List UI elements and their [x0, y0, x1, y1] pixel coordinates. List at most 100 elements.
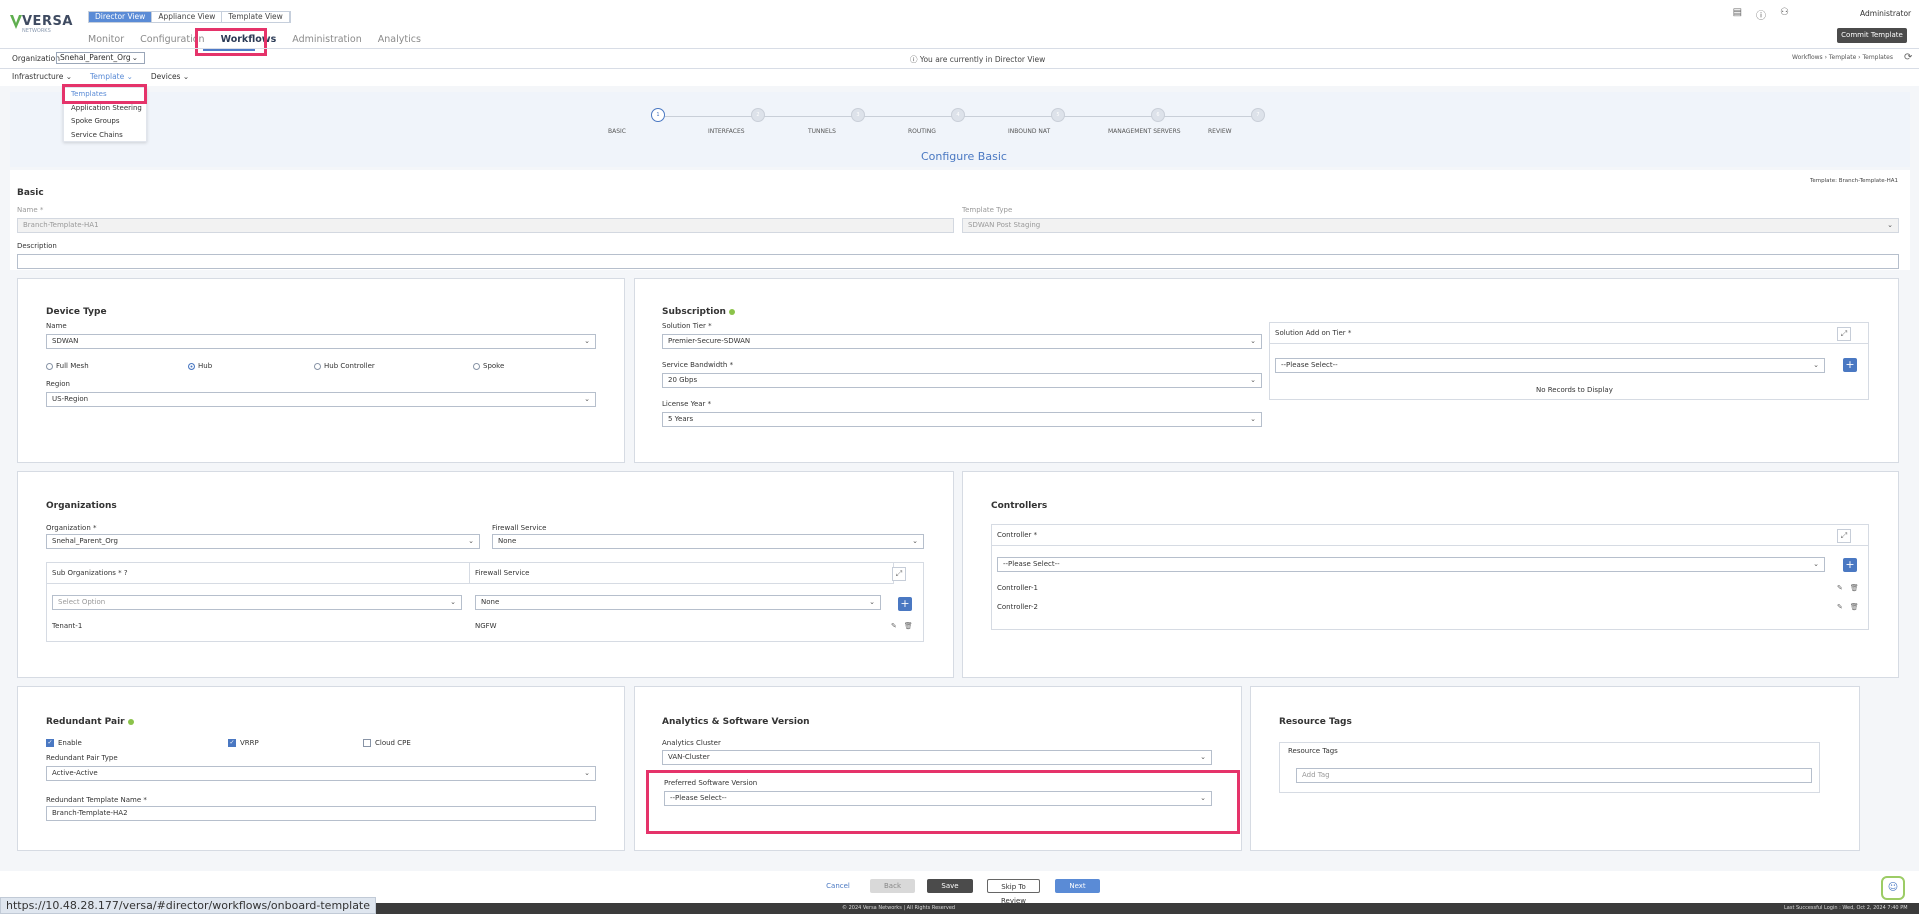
sub-org-row-actions: ✎ 🗑: [891, 622, 913, 630]
nav-administration[interactable]: Administration: [292, 34, 362, 45]
brand-name: VERSA: [22, 14, 73, 29]
add-sub-org-button[interactable]: +: [898, 597, 912, 611]
sub-fw-header: Firewall Service: [469, 562, 894, 584]
addon-select[interactable]: --Please Select-- ⌄: [1275, 358, 1825, 373]
firewall-service-value: None: [498, 537, 517, 545]
assistant-bot-icon[interactable]: ☺: [1881, 876, 1905, 900]
enable-checkbox[interactable]: ✓ Enable: [46, 739, 82, 747]
clipboard-icon[interactable]: ▤: [1733, 7, 1742, 22]
service-bandwidth-value: 20 Gbps: [668, 376, 698, 384]
radio-hub-controller[interactable]: Hub Controller: [314, 362, 375, 370]
page-title: Configure Basic: [921, 150, 1007, 163]
firewall-service-select[interactable]: None ⌄: [492, 534, 924, 549]
add-addon-button[interactable]: +: [1843, 358, 1857, 372]
addon-placeholder: --Please Select--: [1281, 361, 1338, 369]
save-button[interactable]: Save: [927, 879, 973, 893]
expand-icon[interactable]: ⤢: [892, 567, 906, 581]
redundant-pair-type-select[interactable]: Active-Active ⌄: [46, 766, 596, 781]
edit-icon[interactable]: ✎: [1837, 603, 1843, 611]
radio-spoke[interactable]: Spoke: [473, 362, 504, 370]
radio-label: Hub Controller: [324, 362, 375, 370]
template-type-select[interactable]: SDWAN Post Staging ⌄: [962, 218, 1899, 233]
step-management-servers[interactable]: 6 MANAGEMENT SERVERS: [1108, 108, 1208, 135]
step-interfaces[interactable]: 2 INTERFACES: [708, 108, 808, 135]
device-type-title: Device Type: [46, 307, 107, 317]
step-review[interactable]: 7 REVIEW: [1208, 108, 1308, 135]
versa-logo-icon[interactable]: [10, 15, 22, 29]
add-controller-button[interactable]: +: [1843, 558, 1857, 572]
basic-title: Basic: [17, 188, 44, 198]
region-value: US-Region: [52, 395, 89, 403]
trash-icon[interactable]: 🗑: [904, 622, 913, 630]
organization-field-select[interactable]: Snehal_Parent_Org ⌄: [46, 534, 480, 549]
chevron-down-icon: ⌄: [468, 537, 474, 545]
info-dot-icon: [127, 718, 134, 725]
cancel-button[interactable]: Cancel: [820, 879, 856, 893]
director-view-note: ⓘ You are currently in Director View: [910, 55, 1046, 64]
sub-org-select[interactable]: Select Option ⌄: [52, 595, 462, 610]
name-label: Name *: [17, 206, 44, 214]
redundant-pair-type-label: Redundant Pair Type: [46, 754, 118, 762]
appliance-view-tab[interactable]: Appliance View: [152, 12, 223, 22]
analytics-cluster-select[interactable]: VAN-Cluster ⌄: [662, 750, 1212, 765]
admin-menu[interactable]: Administrator: [1860, 9, 1911, 18]
organization-select[interactable]: Snehal_Parent_Org ⌄: [56, 52, 145, 64]
sub-fw-select[interactable]: None ⌄: [475, 595, 881, 610]
controller-select[interactable]: --Please Select-- ⌄: [997, 557, 1825, 572]
region-select[interactable]: US-Region ⌄: [46, 392, 596, 407]
step-routing[interactable]: 4 ROUTING: [908, 108, 1008, 135]
next-button[interactable]: Next: [1055, 879, 1100, 893]
notifications-icon[interactable]: ⚇: [1780, 7, 1789, 22]
device-type-panel: [17, 278, 625, 463]
check-icon: ✓: [228, 739, 236, 747]
subnav-template[interactable]: Template ⌄: [90, 72, 133, 81]
expand-icon[interactable]: ⤢: [1837, 327, 1851, 341]
step-basic[interactable]: 1 BASIC: [608, 108, 708, 135]
radio-hub[interactable]: Hub: [188, 362, 212, 370]
subnav-infrastructure[interactable]: Infrastructure ⌄: [12, 72, 72, 81]
radio-full-mesh[interactable]: Full Mesh: [46, 362, 89, 370]
url-tooltip: https://10.48.28.177/versa/#director/wor…: [0, 897, 377, 914]
addon-table-header: Solution Add on Tier *: [1269, 322, 1869, 344]
checkbox-label: Enable: [58, 739, 82, 747]
trash-icon[interactable]: 🗑: [1850, 603, 1859, 611]
edit-icon[interactable]: ✎: [891, 622, 897, 630]
resource-tags-input[interactable]: Add Tag: [1296, 768, 1812, 783]
name-field[interactable]: Branch-Template-HA1: [17, 218, 954, 233]
chevron-down-icon: ⌄: [1887, 221, 1893, 229]
org-divider: [0, 68, 1919, 69]
service-bandwidth-select[interactable]: 20 Gbps ⌄: [662, 373, 1262, 388]
cloud-cpe-checkbox[interactable]: Cloud CPE: [363, 739, 411, 747]
edit-icon[interactable]: ✎: [1837, 584, 1843, 592]
radio-circle: [314, 362, 321, 370]
description-field[interactable]: [17, 254, 1899, 269]
menu-item-spoke-groups[interactable]: Spoke Groups: [64, 115, 146, 129]
info-icon[interactable]: ⓘ: [1756, 7, 1766, 22]
expand-icon[interactable]: ⤢: [1837, 529, 1851, 543]
commit-template-button[interactable]: Commit Template: [1837, 28, 1907, 43]
skip-to-review-button[interactable]: Skip To Review: [987, 879, 1040, 905]
refresh-icon[interactable]: ⟳: [1904, 52, 1912, 63]
controllers-title: Controllers: [991, 501, 1048, 511]
director-view-tab[interactable]: Director View: [89, 12, 153, 22]
menu-item-service-chains[interactable]: Service Chains: [64, 129, 146, 143]
trash-icon[interactable]: 🗑: [1850, 584, 1859, 592]
radio-circle: [188, 362, 195, 370]
template-note: Template: Branch-Template-HA1: [1810, 178, 1899, 184]
nav-monitor[interactable]: Monitor: [88, 34, 124, 45]
step-inbound-nat[interactable]: 5 INBOUND NAT: [1008, 108, 1108, 135]
vrrp-checkbox[interactable]: ✓ VRRP: [228, 739, 259, 747]
organization-label: Organization: [12, 54, 60, 63]
radio-circle: [46, 362, 53, 370]
solution-tier-select[interactable]: Premier-Secure-SDWAN ⌄: [662, 334, 1262, 349]
chevron-down-icon: ⌄: [131, 53, 138, 62]
subnav-devices[interactable]: Devices ⌄: [151, 72, 189, 81]
redundant-template-field[interactable]: Branch-Template-HA2: [46, 806, 596, 821]
device-name-select[interactable]: SDWAN ⌄: [46, 334, 596, 349]
license-year-select[interactable]: 5 Years ⌄: [662, 412, 1262, 427]
back-button[interactable]: Back: [870, 879, 915, 893]
step-tunnels[interactable]: 3 TUNNELS: [808, 108, 908, 135]
chevron-down-icon: ⌄: [869, 598, 875, 606]
nav-analytics[interactable]: Analytics: [378, 34, 421, 45]
template-view-tab[interactable]: Template View: [222, 12, 290, 22]
